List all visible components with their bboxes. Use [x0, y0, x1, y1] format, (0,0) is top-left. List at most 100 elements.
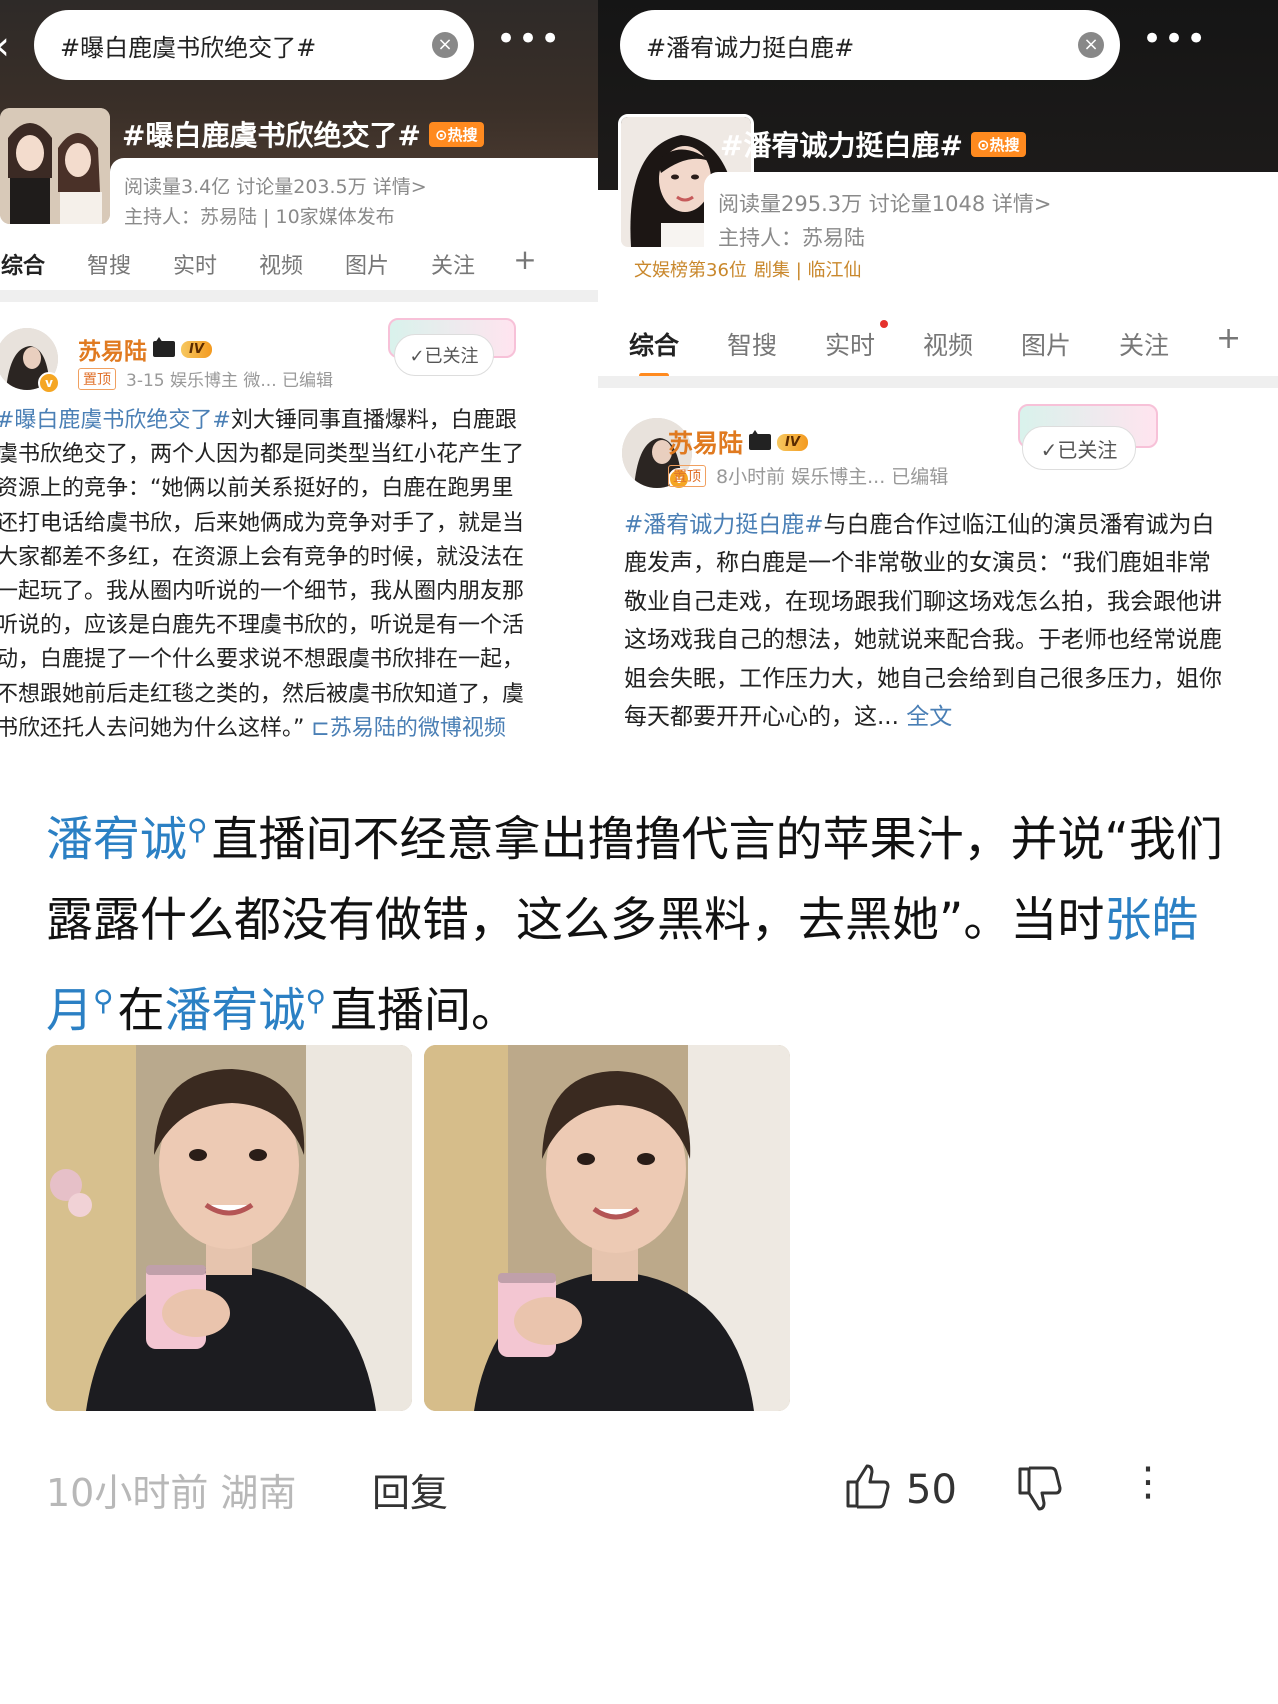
topic-stats[interactable]: 阅读量295.3万 讨论量1048 详情>	[718, 188, 1052, 218]
clear-icon[interactable]: ×	[432, 32, 458, 58]
reply-button[interactable]: 回复	[372, 1462, 448, 1517]
topic-title: #潘宥诚力挺白鹿# ⊙热搜	[720, 124, 1026, 164]
search-bar[interactable]: #曝白鹿虞书欣绝交了# ×	[34, 10, 474, 80]
tab-label: 综合	[628, 331, 679, 360]
like-count: 50	[906, 1467, 957, 1513]
crown-icon	[153, 337, 175, 357]
tab-label: 关注	[1118, 331, 1169, 360]
follow-label: ✓已关注	[409, 346, 479, 367]
author-name[interactable]: 苏易陆 IV	[78, 332, 212, 366]
topic-title-text: #潘宥诚力挺白鹿#	[720, 129, 963, 162]
video-link[interactable]: ⊏苏易陆的微博视频	[311, 716, 505, 741]
tab-realtime[interactable]: 实时	[172, 248, 218, 280]
tab-label: 智搜	[726, 331, 777, 360]
tab-realtime[interactable]: 实时	[824, 320, 888, 362]
tab-label: 实时	[172, 254, 217, 279]
author-name-text: 苏易陆	[78, 339, 147, 365]
tab-smart-search[interactable]: 智搜	[86, 248, 132, 280]
tab-bar: 综合 智搜 实时 视频 图片 关注 +	[0, 246, 540, 296]
tab-label: 图片	[344, 254, 389, 279]
topic-title: #曝白鹿虞书欣绝交了# ⊙热搜	[122, 114, 484, 154]
post-meta: 置顶 8小时前 娱乐博主... 已编辑	[668, 462, 948, 489]
topic-thumbnail-image	[0, 108, 110, 224]
follow-label: ✓已关注	[1040, 437, 1118, 462]
hot-badge: ⊙热搜	[970, 131, 1026, 157]
new-dot	[880, 320, 888, 328]
tab-add-label: +	[1216, 321, 1242, 356]
tab-label: 智搜	[86, 254, 131, 279]
post-meta-text: 3-15 娱乐博主 微... 已编辑	[126, 371, 334, 391]
search-text: #曝白鹿虞书欣绝交了#	[60, 33, 317, 62]
search-icon: ⚲	[187, 813, 208, 846]
verified-badge-icon: v	[38, 372, 60, 394]
crown-icon	[749, 430, 772, 450]
tab-label: 实时	[824, 331, 875, 360]
topic-host: 主持人：苏易陆	[718, 226, 865, 250]
livestream-photo	[46, 1045, 412, 1411]
thumbs-up-icon	[842, 1460, 892, 1520]
tab-smart-search[interactable]: 智搜	[726, 326, 778, 362]
topic-stats[interactable]: 阅读量3.4亿 讨论量203.5万 详情>	[124, 172, 427, 199]
hot-badge: ⊙热搜	[428, 121, 484, 147]
drama-tag[interactable]: 剧集 | 临江仙	[754, 256, 862, 282]
tab-label: 视频	[922, 331, 973, 360]
search-bar[interactable]: #潘宥诚力挺白鹿# ×	[620, 10, 1120, 80]
hot-badge-label: 热搜	[447, 125, 478, 144]
pin-tag: 置顶	[668, 464, 706, 487]
post-body: #潘宥诚力挺白鹿#与白鹿合作过临江仙的演员潘宥诚为白鹿发声，称白鹿是一个非常敬业…	[624, 506, 1224, 736]
tab-following[interactable]: 关注	[1118, 326, 1170, 362]
dislike-button[interactable]	[1016, 1463, 1066, 1517]
section-divider	[598, 376, 1278, 388]
more-icon[interactable]: •••	[496, 22, 562, 56]
author-name[interactable]: 苏易陆 IV	[668, 424, 808, 460]
tab-label: 视频	[258, 254, 303, 279]
comment-part: 在	[117, 983, 165, 1039]
post-meta: 置顶 3-15 娱乐博主 微... 已编辑	[78, 366, 333, 391]
more-icon[interactable]: •••	[1142, 22, 1208, 56]
keyword-link[interactable]: 潘宥诚	[165, 983, 306, 1038]
topic-title-text: #曝白鹿虞书欣绝交了#	[122, 119, 421, 152]
rank-tag[interactable]: 文娱榜第36位	[634, 256, 747, 282]
vertical-more-icon[interactable]: ⋮	[1128, 1462, 1168, 1502]
topic-host: 主持人：苏易陆 | 10家媒体发布	[124, 206, 395, 228]
tab-following[interactable]: 关注	[430, 248, 476, 280]
pin-tag: 置顶	[78, 367, 116, 390]
level-badge: IV	[777, 433, 808, 451]
post-meta-text: 8小时前 娱乐博主... 已编辑	[716, 466, 949, 488]
full-text-link[interactable]: 全文	[906, 704, 952, 730]
tab-images[interactable]: 图片	[1020, 326, 1072, 362]
follow-button[interactable]: ✓已关注	[394, 334, 494, 376]
tab-images[interactable]: 图片	[344, 248, 390, 280]
right-screenshot: ‹ #潘宥诚力挺白鹿# × ••• #潘宥诚力挺白鹿# ⊙热搜 阅读量295.3…	[598, 0, 1278, 850]
tab-add-icon[interactable]: +	[1216, 324, 1241, 362]
comment-text: 潘宥诚⚲直播间不经意拿出撸撸代言的苹果汁，并说“我们露露什么都没有做错，这么多黑…	[46, 790, 1236, 1051]
tab-add-icon[interactable]: +	[510, 246, 540, 280]
post-body-text: 刘大锤同事直播爆料，白鹿跟虞书欣绝交了，两个人因为都是同类型当红小花产生了资源上…	[0, 408, 525, 741]
search-icon: ⚲	[93, 983, 114, 1017]
tab-video[interactable]: 视频	[922, 326, 974, 362]
comment-photo-1[interactable]	[46, 1045, 412, 1411]
post-hashtag[interactable]: #曝白鹿虞书欣绝交了#	[0, 408, 231, 433]
like-button[interactable]: 50	[842, 1460, 957, 1520]
author-name-text: 苏易陆	[668, 429, 744, 458]
hot-badge-label: 热搜	[989, 135, 1020, 154]
topic-thumbnail	[0, 108, 110, 224]
livestream-photo	[424, 1045, 790, 1411]
back-arrow-icon[interactable]: ‹	[0, 26, 10, 66]
tab-add-label: +	[513, 243, 537, 276]
tab-comprehensive[interactable]: 综合	[628, 326, 680, 378]
tab-label: 关注	[430, 254, 475, 279]
clear-icon[interactable]: ×	[1078, 32, 1104, 58]
tab-comprehensive[interactable]: 综合	[0, 248, 46, 296]
search-icon: ⚲	[305, 983, 327, 1017]
tab-video[interactable]: 视频	[258, 248, 304, 280]
comment-time-location: 10小时前 湖南	[46, 1471, 297, 1515]
comment-photo-2[interactable]	[424, 1045, 790, 1411]
keyword-link[interactable]: 潘宥诚	[46, 813, 187, 868]
follow-button[interactable]: ✓已关注	[1022, 426, 1136, 470]
comment-part: 直播间。	[330, 983, 519, 1039]
post-body: #曝白鹿虞书欣绝交了#刘大锤同事直播爆料，白鹿跟虞书欣绝交了，两个人因为都是同类…	[0, 404, 526, 746]
post-hashtag[interactable]: #潘宥诚力挺白鹿#	[624, 512, 824, 538]
search-text: #潘宥诚力挺白鹿#	[646, 33, 855, 62]
post-body-text: 与白鹿合作过临江仙的演员潘宥诚为白鹿发声，称白鹿是一个非常敬业的女演员：“我们鹿…	[624, 512, 1222, 731]
